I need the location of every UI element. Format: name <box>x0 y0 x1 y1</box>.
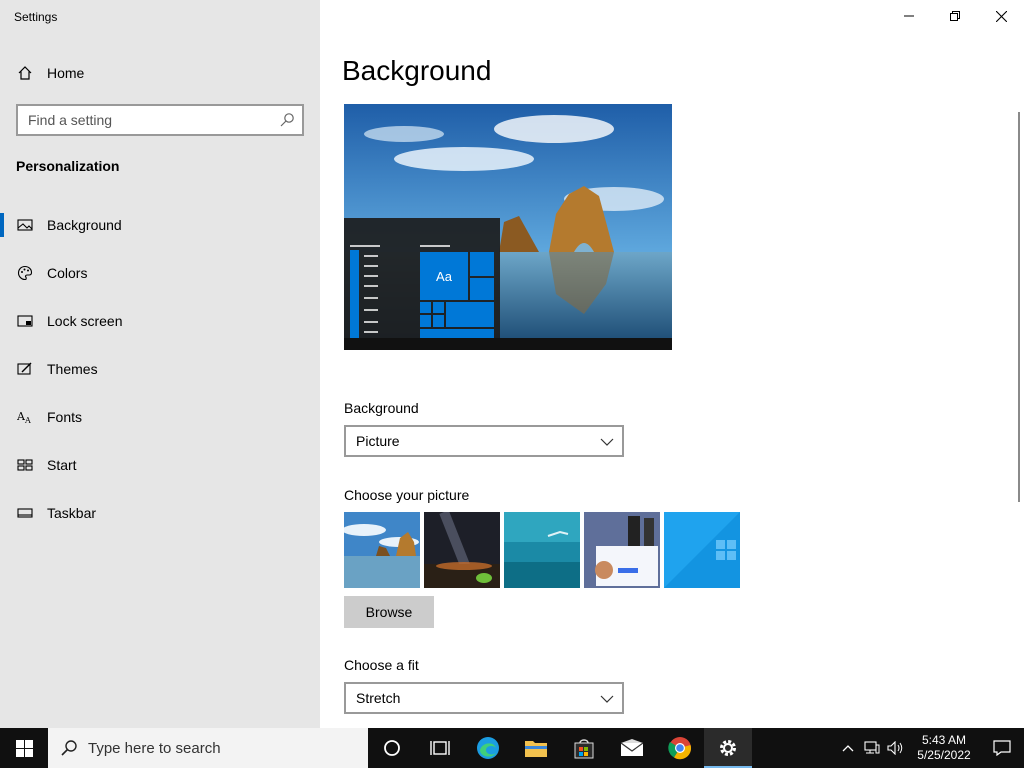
picture-thumbnail-windows-blue[interactable] <box>664 512 740 588</box>
taskbar-clock[interactable]: 5:43 AM 5/25/2022 <box>908 733 980 763</box>
svg-text:A: A <box>24 416 31 425</box>
sidebar-item-label: Lock screen <box>47 313 123 329</box>
fonts-icon: AA <box>17 409 33 425</box>
sidebar-item-label: Colors <box>47 265 88 281</box>
app-title: Settings <box>14 10 58 24</box>
choose-fit-label: Choose a fit <box>344 657 419 673</box>
restore-icon <box>950 11 960 21</box>
background-dropdown[interactable]: Picture <box>344 425 624 457</box>
store-icon <box>574 739 594 759</box>
taskbar-mail[interactable] <box>608 728 656 768</box>
system-tray: 5:43 AM 5/25/2022 <box>836 728 1024 768</box>
cortana-button[interactable] <box>368 728 416 768</box>
chevron-down-icon <box>600 435 614 447</box>
page-title: Background <box>342 55 492 86</box>
mail-icon <box>620 739 644 756</box>
sidebar-item-label: Taskbar <box>47 505 97 521</box>
sidebar-item-label: Home <box>47 65 85 81</box>
taskbar-store[interactable] <box>560 728 608 768</box>
sidebar-item-label: Background <box>47 217 122 233</box>
chrome-icon <box>668 737 692 760</box>
sidebar-item-colors[interactable]: Colors <box>0 255 320 291</box>
picture-thumbnail-night-sky[interactable] <box>424 512 500 588</box>
minimize-icon <box>904 15 914 17</box>
desktop-preview: Aa <box>344 104 672 350</box>
taskbar: Type here to search 5:43 AM 5/25/2022 <box>0 728 1024 768</box>
sidebar-item-background[interactable]: Background <box>0 207 320 243</box>
sidebar-item-lock-screen[interactable]: Lock screen <box>0 303 320 339</box>
picture-icon <box>17 217 33 233</box>
task-view-icon <box>430 741 450 755</box>
sidebar-item-label: Start <box>47 457 77 473</box>
taskbar-file-explorer[interactable] <box>512 728 560 768</box>
choose-picture-label: Choose your picture <box>344 487 470 503</box>
lock-screen-icon <box>17 313 33 329</box>
clock-date: 5/25/2022 <box>917 748 971 762</box>
scrollbar[interactable] <box>1018 112 1020 502</box>
taskbar-settings[interactable] <box>704 728 752 768</box>
preview-tile-label: Aa <box>436 268 452 284</box>
settings-sidebar: Settings Home Find a setting Personaliza… <box>0 0 320 728</box>
gear-icon <box>720 740 736 756</box>
sidebar-item-start[interactable]: Start <box>0 447 320 483</box>
volume-button[interactable] <box>884 728 908 768</box>
sidebar-item-themes[interactable]: Themes <box>0 351 320 387</box>
search-placeholder: Find a setting <box>28 112 113 128</box>
window-controls <box>886 0 1024 32</box>
home-icon <box>17 65 33 81</box>
minimize-button[interactable] <box>886 0 932 32</box>
sidebar-item-home[interactable]: Home <box>0 58 320 88</box>
picture-thumbnail-beach[interactable] <box>344 512 420 588</box>
start-icon <box>17 457 33 473</box>
fit-dropdown[interactable]: Stretch <box>344 682 624 714</box>
browse-button[interactable]: Browse <box>344 596 434 628</box>
palette-icon <box>17 265 33 281</box>
search-icon <box>61 740 77 756</box>
network-icon <box>864 741 880 754</box>
close-button[interactable] <box>978 0 1024 32</box>
network-button[interactable] <box>860 728 884 768</box>
search-icon[interactable] <box>279 112 295 128</box>
start-button[interactable] <box>0 728 48 768</box>
cortana-icon <box>384 740 400 756</box>
background-dropdown-value: Picture <box>356 433 400 449</box>
taskbar-search-box[interactable]: Type here to search <box>48 728 368 768</box>
windows-logo-icon <box>15 739 33 757</box>
chevron-down-icon <box>600 692 614 704</box>
picture-thumbnails <box>344 512 740 588</box>
sidebar-item-fonts[interactable]: AA Fonts <box>0 399 320 435</box>
sidebar-item-label: Themes <box>47 361 98 377</box>
picture-thumbnail-underwater[interactable] <box>504 512 580 588</box>
find-setting-input[interactable]: Find a setting <box>16 104 304 136</box>
picture-thumbnail-game-promo[interactable] <box>584 512 660 588</box>
volume-icon <box>887 741 903 755</box>
taskbar-search-placeholder: Type here to search <box>88 739 221 757</box>
show-hidden-icons-button[interactable] <box>836 728 860 768</box>
themes-icon <box>17 361 33 377</box>
taskbar-icon <box>17 505 33 521</box>
close-icon <box>995 10 1007 22</box>
task-view-button[interactable] <box>416 728 464 768</box>
clock-time: 5:43 AM <box>921 733 967 747</box>
taskbar-edge[interactable] <box>464 728 512 768</box>
background-label: Background <box>344 400 419 416</box>
folder-icon <box>525 741 547 757</box>
chevron-up-icon <box>842 745 854 752</box>
action-center-button[interactable] <box>980 728 1024 768</box>
taskbar-chrome[interactable] <box>656 728 704 768</box>
restore-button[interactable] <box>932 0 978 32</box>
sidebar-item-label: Fonts <box>47 409 83 425</box>
fit-dropdown-value: Stretch <box>356 690 401 706</box>
edge-icon <box>477 737 499 759</box>
notification-icon <box>993 740 1011 756</box>
sidebar-item-taskbar[interactable]: Taskbar <box>0 495 320 531</box>
section-title: Personalization <box>16 158 120 174</box>
